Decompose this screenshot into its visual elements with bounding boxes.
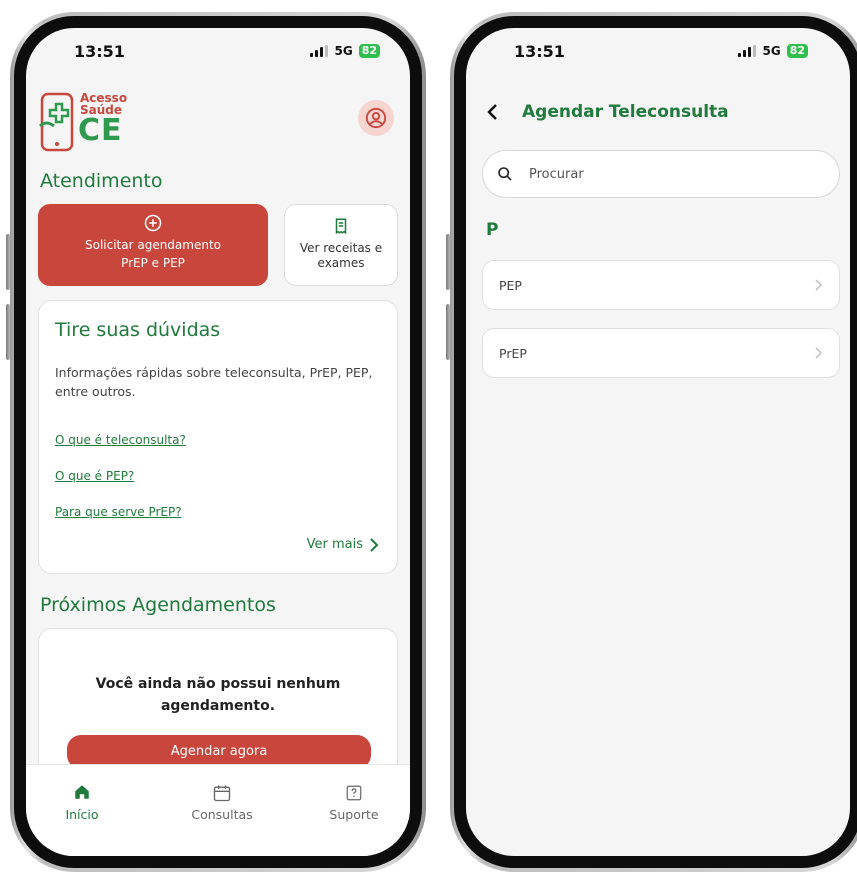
chevron-right-icon xyxy=(815,347,822,359)
schedule-title: Agendar Teleconsulta xyxy=(522,102,729,122)
request-appointment-button[interactable]: Solicitar agendamento PrEP e PEP xyxy=(38,204,268,286)
faq-link-pep[interactable]: O que é PEP? xyxy=(55,469,134,483)
profile-button[interactable] xyxy=(358,100,394,136)
faq-card: Tire suas dúvidas Informações rápidas so… xyxy=(38,300,398,574)
status-bar: 13:51 5G 82 xyxy=(26,38,410,66)
see-more-link[interactable]: Ver mais xyxy=(307,537,379,552)
empty-appointments-message: Você ainda não possui nenhum agendamento… xyxy=(95,676,341,714)
list-item-label: PrEP xyxy=(499,345,527,361)
attendance-title: Atendimento xyxy=(40,170,163,192)
logo-text-ce: CE xyxy=(78,113,123,148)
tab-suporte[interactable]: Suporte xyxy=(304,783,404,822)
status-bar-right: 13:51 5G 82 xyxy=(466,38,850,66)
app-logo: Acesso Saúde CE xyxy=(38,92,134,156)
status-time: 13:51 xyxy=(74,42,125,61)
tab-inicio-label: Início xyxy=(65,807,99,822)
list-item-pep[interactable]: PEP xyxy=(482,260,840,310)
list-item-label: PEP xyxy=(499,277,522,293)
battery-icon-right: 82 xyxy=(786,44,808,58)
faq-link-teleconsulta[interactable]: O que é teleconsulta? xyxy=(55,433,186,447)
search-icon xyxy=(498,167,512,181)
chevron-right-icon xyxy=(815,279,822,291)
see-more-label: Ver mais xyxy=(306,537,363,552)
receipt-icon xyxy=(335,218,347,235)
calendar-icon xyxy=(213,785,231,802)
faq-description: Informações rápidas sobre teleconsulta, … xyxy=(55,365,373,399)
upcoming-title: Próximos Agendamentos xyxy=(40,594,276,616)
faq-title: Tire suas dúvidas xyxy=(55,319,221,341)
network-label-right: 5G xyxy=(762,44,781,58)
search-bar[interactable] xyxy=(482,150,840,198)
battery-icon: 82 xyxy=(358,44,380,58)
status-time-right: 13:51 xyxy=(514,42,565,61)
tab-suporte-label: Suporte xyxy=(329,807,379,822)
group-letter: P xyxy=(486,220,499,240)
bottom-tab-bar: Início Consultas Suporte xyxy=(26,764,410,856)
faq-link-prep[interactable]: Para que serve PrEP? xyxy=(55,505,182,519)
user-icon xyxy=(365,107,387,129)
signal-icon-right xyxy=(738,45,757,57)
signal-icon xyxy=(310,45,329,57)
phone-cross-logo-icon xyxy=(38,92,74,152)
home-icon xyxy=(75,785,89,799)
request-appointment-line2: PrEP e PEP xyxy=(121,256,185,270)
prescriptions-line1: Ver receitas e xyxy=(299,241,383,255)
tab-consultas-label: Consultas xyxy=(191,807,253,822)
request-appointment-line1: Solicitar agendamento xyxy=(84,238,222,252)
plus-circle-icon xyxy=(144,214,162,232)
help-icon xyxy=(346,785,362,801)
tab-consultas[interactable]: Consultas xyxy=(172,783,272,822)
schedule-screen: 13:51 5G 82 Agendar Teleconsulta Procura… xyxy=(466,28,850,856)
tab-inicio[interactable]: Início xyxy=(32,783,132,822)
back-arrow-icon[interactable] xyxy=(486,103,498,121)
phone-frame-home: 13:51 5G 82 Acesso Saúde CE Atendimento … xyxy=(10,12,426,872)
prescriptions-line2: exames xyxy=(317,256,365,270)
home-screen: 13:51 5G 82 Acesso Saúde CE Atendimento … xyxy=(26,28,410,856)
list-item-prep[interactable]: PrEP xyxy=(482,328,840,378)
schedule-header: Agendar Teleconsulta xyxy=(486,102,729,122)
network-label: 5G xyxy=(334,44,353,58)
chevron-right-icon xyxy=(370,537,379,552)
search-input[interactable] xyxy=(527,165,811,183)
prescriptions-button[interactable]: Ver receitas e exames xyxy=(284,204,398,286)
phone-frame-schedule: 13:51 5G 82 Agendar Teleconsulta Procura… xyxy=(450,12,857,872)
